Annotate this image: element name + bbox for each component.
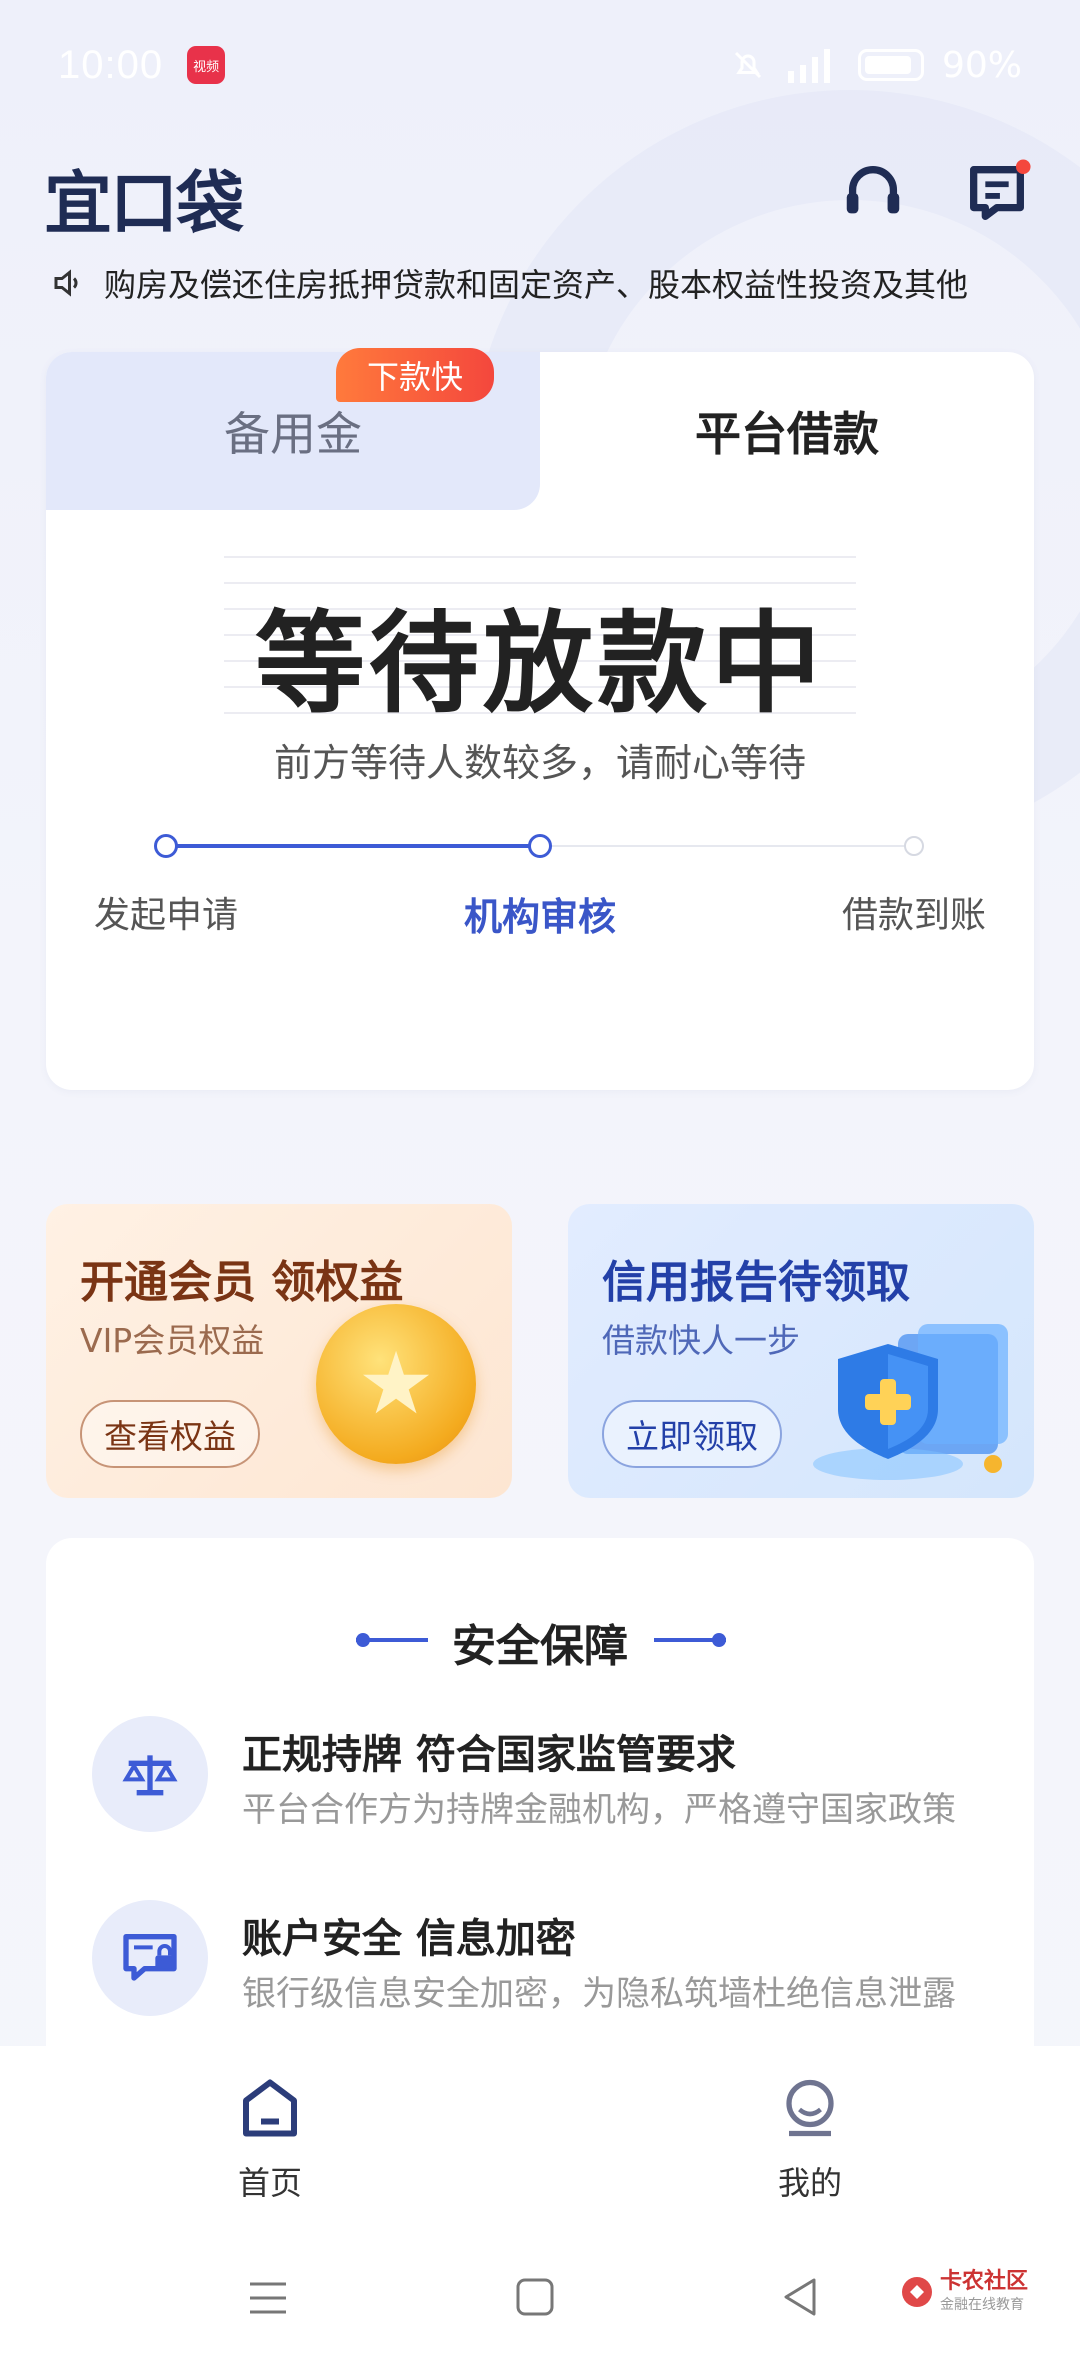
step-label-apply: 发起申请 <box>93 895 238 936</box>
loan-status-card: 备用金 平台借款 下款快 等待放款中 前方等待人数较多，请耐心等待 发起申请 机… <box>46 348 1034 1090</box>
profile-icon <box>786 2079 834 2137</box>
watermark: 卡农社区 金融在线教育 <box>900 2269 1029 2314</box>
security-item-desc: 银行级信息安全加密，为隐私筑墙杜绝信息泄露 <box>242 1974 956 2014</box>
security-item-title: 正规持牌 符合国家监管要求 <box>242 1732 736 1778</box>
status-time: 10:00 <box>58 42 164 87</box>
tab-home[interactable]: 首页 <box>170 2076 370 2204</box>
battery-icon <box>857 49 924 81</box>
security-title: 安全保障 <box>452 1621 628 1672</box>
security-card: 安全保障 正规持牌 符合国家监管要求 平台合作方为持牌金融机构，严格遵守国家政策 <box>46 1538 1034 2078</box>
security-item-licensed: 正规持牌 符合国家监管要求 平台合作方为持牌金融机构，严格遵守国家政策 <box>92 1716 992 1836</box>
fast-loan-badge: 下款快 <box>336 348 494 402</box>
back-triangle-icon[interactable] <box>780 2276 822 2318</box>
headset-icon[interactable] <box>838 158 908 228</box>
scale-icon <box>92 1716 208 1832</box>
step-label-review: 机构审核 <box>463 895 616 939</box>
star-coin-icon: ★ <box>316 1304 476 1464</box>
signal-icon <box>787 49 830 83</box>
battery-percent: 90% <box>941 44 1022 86</box>
step-label-disburse: 借款到账 <box>841 895 986 936</box>
loan-progress-steps: 发起申请 机构审核 借款到账 <box>46 830 1034 950</box>
credit-report-promo-card[interactable]: 信用报告待领取 借款快人一步 立即领取 <box>568 1204 1034 1498</box>
status-bar: 10:00 视频 90% <box>0 0 1080 130</box>
secure-message-icon <box>92 1900 208 2016</box>
mute-bell-icon <box>734 51 762 79</box>
bottom-tab-bar: 首页 我的 <box>0 2046 1080 2232</box>
progress-line-pending <box>540 845 914 847</box>
notice-text: 购房及偿还住房抵押贷款和固定资产、股本权益性投资及其他 <box>104 266 969 304</box>
view-benefits-button[interactable]: 查看权益 <box>80 1400 260 1468</box>
vip-promo-subtitle: VIP会员权益 <box>80 1321 265 1360</box>
app-logo: 宜口袋 <box>44 165 244 244</box>
security-item-encryption: 账户安全 信息加密 银行级信息安全加密，为隐私筑墙杜绝信息泄露 <box>92 1900 992 2020</box>
loan-status-title: 等待放款中 <box>255 600 825 728</box>
shield-icon <box>813 1324 1008 1480</box>
notice-marquee[interactable]: 购房及偿还住房抵押贷款和固定资产、股本权益性投资及其他 <box>50 258 1030 308</box>
step-dot-review <box>528 834 552 858</box>
progress-line-done <box>166 844 540 848</box>
watermark-logo-icon <box>902 2277 932 2308</box>
loan-status-subtitle: 前方等待人数较多，请耐心等待 <box>273 741 806 785</box>
tab-mine[interactable]: 我的 <box>710 2076 910 2204</box>
step-dot-apply <box>154 834 178 858</box>
home-icon <box>243 2079 297 2137</box>
title-deco-right <box>654 1633 726 1647</box>
security-item-title: 账户安全 信息加密 <box>242 1916 576 1962</box>
step-dot-disburse <box>904 836 924 856</box>
watermark-title: 卡农社区 <box>940 2269 1029 2294</box>
message-icon[interactable] <box>962 158 1032 228</box>
menu-icon[interactable] <box>246 2278 290 2318</box>
claim-now-button[interactable]: 立即领取 <box>602 1400 782 1468</box>
vip-promo-title: 开通会员 领权益 <box>80 1257 404 1308</box>
status-app-icon: 视频 <box>187 46 226 84</box>
status-right: 90% <box>730 45 1022 86</box>
tab-home-label: 首页 <box>237 2164 302 2202</box>
tab-mine-label: 我的 <box>777 2164 842 2202</box>
home-square-icon[interactable] <box>514 2276 556 2318</box>
tab-platform-loan[interactable]: 平台借款 <box>540 352 1034 510</box>
credit-promo-title: 信用报告待领取 <box>602 1257 910 1308</box>
watermark-subtitle: 金融在线教育 <box>940 2297 1024 2314</box>
app-header: 宜口袋 <box>0 140 1080 250</box>
app-screen: 10:00 视频 90% 宜口袋 购房及偿还住房抵押贷款和固定资产、股本权益性投… <box>0 0 1080 2362</box>
security-item-desc: 平台合作方为持牌金融机构，严格遵守国家政策 <box>242 1790 956 1830</box>
speaker-icon <box>54 269 78 297</box>
credit-promo-subtitle: 借款快人一步 <box>602 1321 800 1360</box>
vip-promo-card[interactable]: 开通会员 领权益 VIP会员权益 查看权益 ★ <box>46 1204 512 1498</box>
